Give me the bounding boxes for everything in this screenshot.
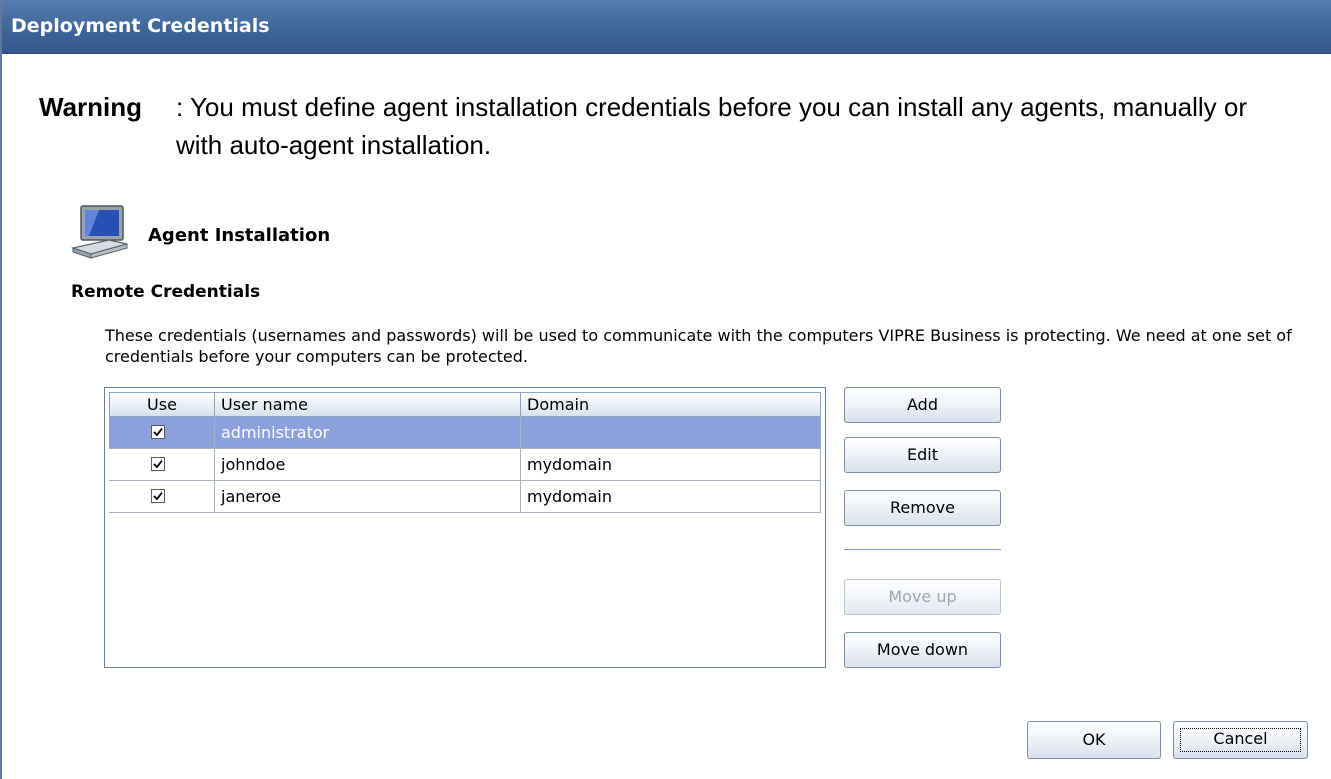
table-row[interactable]: johndoe mydomain	[109, 449, 821, 481]
warning-text: : You must define agent installation cre…	[176, 92, 1248, 160]
warning-label: Warning	[39, 92, 143, 122]
move-up-button[interactable]: Move up	[844, 579, 1001, 615]
cancel-button[interactable]: Cancel	[1173, 721, 1308, 759]
edit-button[interactable]: Edit	[844, 437, 1001, 473]
cell-use	[109, 481, 215, 513]
cell-username: janeroe	[215, 481, 521, 513]
cell-use	[109, 449, 215, 481]
column-header-username[interactable]: User name	[215, 392, 521, 417]
column-header-use[interactable]: Use	[109, 392, 215, 417]
move-down-button[interactable]: Move down	[844, 632, 1001, 668]
ok-button[interactable]: OK	[1027, 721, 1161, 759]
title-bar[interactable]: Deployment Credentials	[2, 0, 1331, 54]
checkmark-icon	[153, 491, 163, 501]
use-checkbox[interactable]	[151, 425, 165, 439]
remove-button[interactable]: Remove	[844, 490, 1001, 526]
add-button[interactable]: Add	[844, 387, 1001, 423]
cell-domain	[521, 417, 821, 449]
checkmark-icon	[153, 459, 163, 469]
section-title: Agent Installation	[148, 225, 331, 246]
window-title: Deployment Credentials	[11, 15, 270, 37]
remote-credentials-description: These credentials (usernames and passwor…	[105, 326, 1292, 366]
cell-domain: mydomain	[521, 449, 821, 481]
cell-domain: mydomain	[521, 481, 821, 513]
remote-credentials-title: Remote Credentials	[71, 282, 261, 302]
cell-username: administrator	[215, 417, 521, 449]
cancel-label: Cancel	[1213, 729, 1268, 748]
computer-monitor-icon	[70, 205, 128, 259]
grid-header: Use User name Domain	[109, 392, 821, 417]
button-separator	[844, 549, 1001, 550]
use-checkbox[interactable]	[151, 489, 165, 503]
checkmark-icon	[153, 427, 163, 437]
credentials-grid[interactable]: Use User name Domain administrator johndo…	[104, 387, 826, 668]
table-row[interactable]: janeroe mydomain	[109, 481, 821, 513]
table-row[interactable]: administrator	[109, 417, 821, 449]
cell-username: johndoe	[215, 449, 521, 481]
deployment-credentials-window: Deployment Credentials Warning : You mus…	[0, 0, 1331, 779]
cell-use	[109, 417, 215, 449]
column-header-domain[interactable]: Domain	[521, 392, 821, 417]
use-checkbox[interactable]	[151, 457, 165, 471]
